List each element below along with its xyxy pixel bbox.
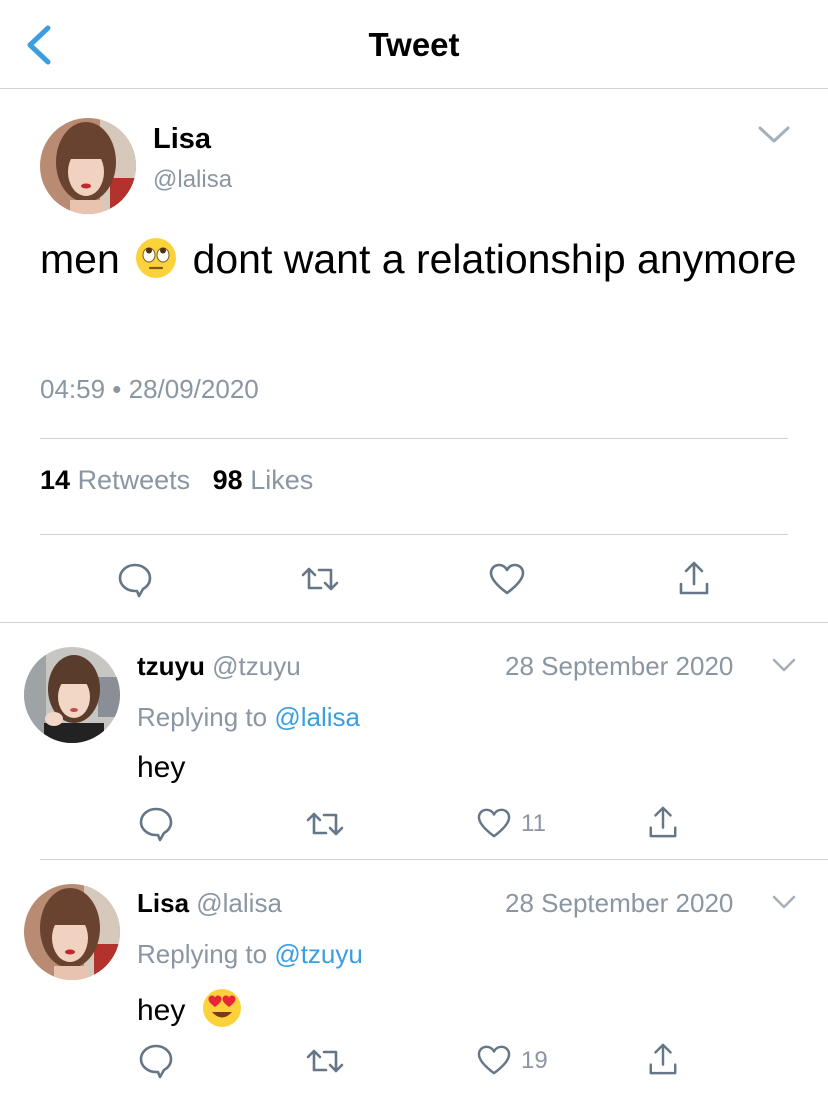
reply-author-handle[interactable]: @tzuyu <box>212 651 301 681</box>
tweet-text-end: dont want a relationship anymore <box>192 236 797 282</box>
like-count: 19 <box>521 1047 548 1074</box>
share-icon[interactable] <box>677 559 711 597</box>
reply-author[interactable]: tzuyu @tzuyu <box>137 651 301 682</box>
reply-author-name[interactable]: tzuyu <box>137 651 205 681</box>
reply-icon[interactable] <box>137 805 175 843</box>
reply-author-handle[interactable]: @lalisa <box>196 888 282 918</box>
divider <box>40 534 788 535</box>
reply-date[interactable]: 28 September 2020 <box>505 888 733 919</box>
like-heart-icon[interactable] <box>476 807 512 839</box>
retweet-icon[interactable] <box>300 561 340 597</box>
reply-text-content: hey <box>137 994 186 1027</box>
avatar[interactable] <box>24 647 120 743</box>
top-bar: Tweet <box>0 0 828 89</box>
replying-to-label: Replying to <box>137 939 268 969</box>
tweet-text-start: men <box>40 236 120 282</box>
divider <box>0 622 828 623</box>
like-count: 11 <box>521 810 546 837</box>
chevron-down-icon[interactable] <box>771 657 797 673</box>
share-icon[interactable] <box>647 804 679 840</box>
replying-to: Replying to @lalisa <box>137 702 360 733</box>
like-label[interactable]: Likes <box>250 465 313 495</box>
share-icon[interactable] <box>647 1041 679 1077</box>
reply-text: hey <box>137 751 186 784</box>
avatar[interactable] <box>40 118 136 214</box>
like-heart-icon[interactable] <box>476 1044 512 1076</box>
replying-to-label: Replying to <box>137 702 268 732</box>
divider <box>40 859 828 860</box>
reply-author[interactable]: Lisa @lalisa <box>137 888 282 919</box>
reply-icon[interactable] <box>137 1042 175 1080</box>
rolling-eyes-emoji-icon <box>135 237 177 279</box>
mention-link[interactable]: @tzuyu <box>274 939 363 969</box>
retweet-count[interactable]: 14 <box>40 465 70 495</box>
reply-author-name[interactable]: Lisa <box>137 888 189 918</box>
divider <box>40 438 788 439</box>
tweet-timestamp[interactable]: 04:59 • 28/09/2020 <box>40 374 259 405</box>
reply-icon[interactable] <box>116 561 154 599</box>
author-name[interactable]: Lisa <box>153 123 211 156</box>
mention-link[interactable]: @lalisa <box>274 702 360 732</box>
tweet-stats: 14 Retweets 98 Likes <box>40 465 313 496</box>
tweet-text: men dont want a relationship anymore <box>40 232 800 286</box>
retweet-label[interactable]: Retweets <box>78 465 191 495</box>
reply-date[interactable]: 28 September 2020 <box>505 651 733 682</box>
avatar[interactable] <box>24 884 120 980</box>
chevron-down-icon[interactable] <box>771 894 797 910</box>
replying-to: Replying to @tzuyu <box>137 939 363 970</box>
like-count[interactable]: 98 <box>213 465 243 495</box>
retweet-icon[interactable] <box>305 806 345 842</box>
author-handle[interactable]: @lalisa <box>153 166 232 194</box>
retweet-icon[interactable] <box>305 1043 345 1079</box>
page-title: Tweet <box>368 26 460 63</box>
chevron-down-icon[interactable] <box>757 124 791 144</box>
like-heart-icon[interactable] <box>488 562 526 596</box>
reply-text: hey <box>137 988 246 1028</box>
heart-eyes-emoji-icon <box>202 988 242 1028</box>
